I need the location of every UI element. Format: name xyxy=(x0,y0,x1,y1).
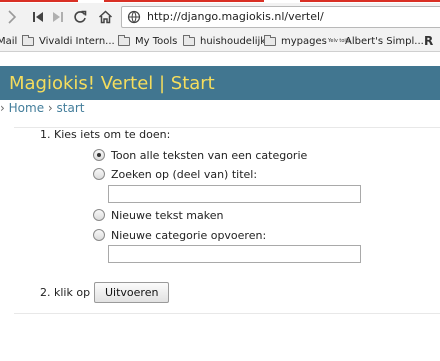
bookmark-huishoudelijk[interactable]: huishoudelijk xyxy=(183,34,266,48)
skip-forward-icon xyxy=(53,12,63,22)
bookmark-alberts-simpl[interactable]: Yelv toiis Albert's Simpl... xyxy=(328,34,424,48)
reload-icon xyxy=(74,10,87,23)
bookmark-label: My Tools xyxy=(135,35,178,47)
folder-icon xyxy=(22,34,34,46)
navigation-bar: http://django.magiokis.nl/vertel/ xyxy=(0,3,440,30)
site-logo-icon: Yelv toiis xyxy=(328,37,350,44)
option-label: Zoeken op (deel van) titel: xyxy=(111,167,258,181)
chevron-right-icon xyxy=(8,10,17,24)
option-new-text[interactable]: Nieuwe tekst maken xyxy=(93,207,223,223)
radio-new-category[interactable] xyxy=(93,229,105,241)
bookmark-my-tools[interactable]: My Tools xyxy=(118,34,177,48)
option-show-category[interactable]: Toon alle teksten van een categorie xyxy=(93,147,307,163)
bookmarks-bar: Mail Vivaldi Intern... My Tools huishoud… xyxy=(0,30,440,52)
site-info-icon[interactable] xyxy=(127,10,141,24)
folder-icon xyxy=(183,34,195,46)
search-title-input[interactable] xyxy=(108,185,361,203)
radio-new-text[interactable] xyxy=(93,209,105,221)
home-icon xyxy=(98,10,112,24)
bookmark-label: mypages xyxy=(281,35,327,47)
execute-button[interactable]: Uitvoeren xyxy=(94,282,170,303)
bookmark-label: Albert's Simpl... xyxy=(345,35,424,47)
rewind-button[interactable] xyxy=(28,7,48,27)
site-header: Magiokis! Vertel | Start xyxy=(0,66,440,100)
address-bar[interactable]: http://django.magiokis.nl/vertel/ xyxy=(121,6,440,28)
radio-search-title[interactable] xyxy=(93,168,105,180)
divider xyxy=(14,313,440,314)
home-button[interactable] xyxy=(95,7,115,27)
bookmark-label: huishoudelijk xyxy=(200,35,267,47)
fast-forward-button[interactable] xyxy=(48,7,68,27)
bookmark-vivaldi-intern[interactable]: Vivaldi Intern... xyxy=(22,34,115,48)
folder-icon xyxy=(118,34,130,46)
url-text: http://django.magiokis.nl/vertel/ xyxy=(147,10,324,23)
folder-icon xyxy=(264,34,276,46)
radio-show-category[interactable] xyxy=(93,149,105,161)
r-logo-icon: R xyxy=(424,34,434,48)
option-label: Toon alle teksten van een categorie xyxy=(111,148,308,162)
reload-button[interactable] xyxy=(70,7,90,27)
option-search-title[interactable]: Zoeken op (deel van) titel: xyxy=(93,166,257,182)
bookmark-label: Mail xyxy=(0,35,18,47)
bookmark-mypages[interactable]: mypages xyxy=(264,34,327,48)
bookmark-label: Vivaldi Intern... xyxy=(39,35,115,47)
skip-back-icon xyxy=(33,12,43,22)
breadcrumb-home-link[interactable]: Home xyxy=(9,101,44,115)
forward-button[interactable] xyxy=(2,7,22,27)
new-category-input[interactable] xyxy=(108,245,361,263)
option-label: Nieuwe tekst maken xyxy=(111,208,224,222)
bookmark-r[interactable]: R xyxy=(424,34,433,48)
breadcrumb-separator: › xyxy=(47,101,53,115)
breadcrumb: › Home › start xyxy=(0,101,85,117)
breadcrumb-current[interactable]: start xyxy=(57,101,85,115)
option-label: Nieuwe categorie opvoeren: xyxy=(111,228,267,242)
option-new-category[interactable]: Nieuwe categorie opvoeren: xyxy=(93,227,266,243)
step-1-label: 1. Kies iets om te doen: xyxy=(40,128,171,141)
breadcrumb-separator: › xyxy=(0,101,5,115)
step-2-label: 2. klik op xyxy=(40,286,91,299)
bookmark-mail[interactable]: Mail xyxy=(0,34,17,48)
page-title: Magiokis! Vertel | Start xyxy=(9,73,215,94)
